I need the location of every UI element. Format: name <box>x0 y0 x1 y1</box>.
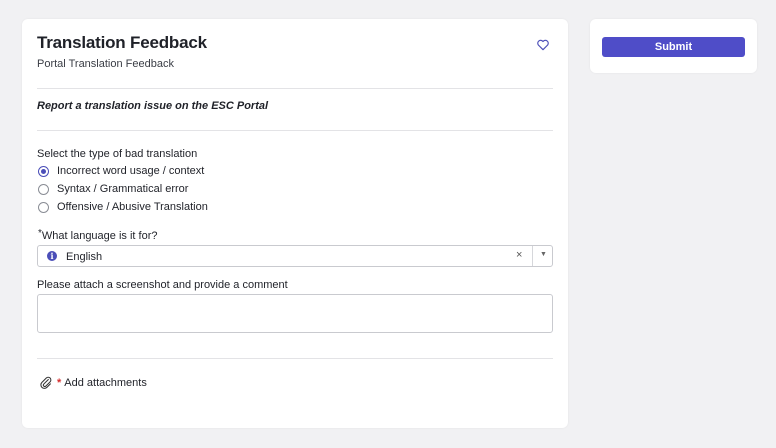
radio-option-label: Offensive / Abusive Translation <box>57 201 208 213</box>
select-separator <box>532 246 533 266</box>
form-description: Report a translation issue on the ESC Po… <box>37 100 269 112</box>
radio-option-syntax-error[interactable]: Syntax / Grammatical error <box>38 183 188 195</box>
required-asterisk: * <box>38 228 42 239</box>
form-subtitle: Portal Translation Feedback <box>37 58 174 70</box>
language-label-text: What language is it for? <box>41 230 158 242</box>
form-card: Translation Feedback Portal Translation … <box>22 19 568 428</box>
language-select-value: English <box>66 251 103 263</box>
radio-option-label: Syntax / Grammatical error <box>57 183 189 195</box>
divider <box>37 130 553 131</box>
clear-selection-icon[interactable]: × <box>516 249 522 261</box>
form-title: Translation Feedback <box>37 33 207 52</box>
radio-button-checked[interactable] <box>38 165 49 177</box>
translation-type-label: Select the type of bad translation <box>37 148 198 160</box>
paperclip-icon <box>40 376 52 389</box>
divider <box>37 358 553 359</box>
submit-card: Submit <box>590 19 757 73</box>
language-label: *What language is it for? <box>38 228 158 242</box>
comment-textarea[interactable] <box>37 294 553 333</box>
divider <box>37 88 553 89</box>
chevron-down-icon[interactable]: ▼ <box>540 251 547 258</box>
heart-outline-icon[interactable] <box>536 38 550 52</box>
add-attachments-label: Add attachments <box>64 377 147 389</box>
radio-button[interactable] <box>38 183 49 195</box>
radio-option-offensive-translation[interactable]: Offensive / Abusive Translation <box>38 201 208 213</box>
radio-button[interactable] <box>38 201 49 213</box>
radio-option-label: Incorrect word usage / context <box>57 165 205 177</box>
add-attachments-button[interactable]: * Add attachments <box>39 376 147 390</box>
required-asterisk: * <box>57 377 62 389</box>
radio-option-incorrect-word-usage[interactable]: Incorrect word usage / context <box>38 165 204 177</box>
submit-button[interactable]: Submit <box>602 37 745 57</box>
comment-label: Please attach a screenshot and provide a… <box>37 279 288 291</box>
language-select[interactable]: i English × ▼ <box>37 245 553 267</box>
info-icon: i <box>47 251 57 261</box>
